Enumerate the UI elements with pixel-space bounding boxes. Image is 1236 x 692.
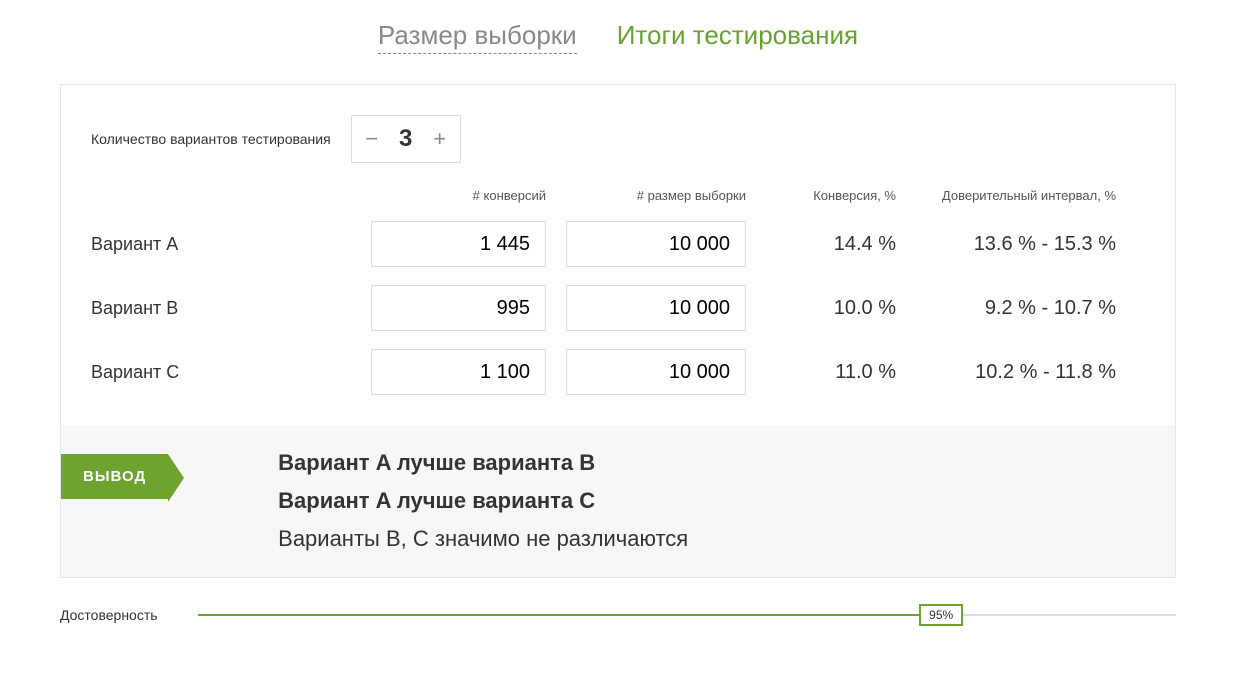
confidence-slider[interactable]: 95% [198, 603, 1176, 627]
slider-thumb[interactable]: 95% [919, 604, 963, 626]
variant-count-value: 3 [399, 125, 412, 153]
header-conversions: # конверсий [371, 188, 546, 203]
header-conversion-pct: Конверсия, % [766, 188, 896, 203]
header-confidence-interval: Доверительный интервал, % [916, 188, 1116, 203]
variant-count-stepper[interactable]: − 3 + [351, 115, 461, 163]
conclusion-line: Вариант A лучше варианта B [278, 450, 688, 476]
confidence-interval-value: 13.6 % - 15.3 % [916, 233, 1116, 256]
conversion-pct-value: 11.0 % [766, 361, 896, 384]
conversions-input[interactable] [371, 349, 546, 395]
sample-input[interactable] [566, 221, 746, 267]
header-sample-size: # размер выборки [566, 188, 746, 203]
confidence-interval-value: 9.2 % - 10.7 % [916, 297, 1116, 320]
confidence-interval-value: 10.2 % - 11.8 % [916, 361, 1116, 384]
sample-input[interactable] [566, 349, 746, 395]
sample-input[interactable] [566, 285, 746, 331]
variants-grid: # конверсий # размер выборки Конверсия, … [91, 188, 1145, 395]
conclusion-text: Вариант A лучше варианта B Вариант A луч… [278, 450, 688, 552]
variant-count-row: Количество вариантов тестирования − 3 + [91, 115, 1145, 163]
conclusion-block: ВЫВОД Вариант A лучше варианта B Вариант… [61, 425, 1175, 577]
tab-sample-size[interactable]: Размер выборки [378, 20, 577, 54]
minus-icon[interactable]: − [362, 126, 382, 152]
row-label: Вариант A [91, 234, 351, 255]
tabs-bar: Размер выборки Итоги тестирования [60, 20, 1176, 54]
plus-icon[interactable]: + [430, 126, 450, 152]
slider-fill [198, 614, 942, 616]
conversion-pct-value: 10.0 % [766, 297, 896, 320]
variant-count-label: Количество вариантов тестирования [91, 131, 331, 147]
conversion-pct-value: 14.4 % [766, 233, 896, 256]
tab-results[interactable]: Итоги тестирования [617, 20, 858, 54]
row-label: Вариант B [91, 298, 351, 319]
confidence-row: Достоверность 95% [60, 603, 1176, 627]
row-label: Вариант C [91, 362, 351, 383]
conversions-input[interactable] [371, 285, 546, 331]
conversions-input[interactable] [371, 221, 546, 267]
results-panel: Количество вариантов тестирования − 3 + … [60, 84, 1176, 578]
conclusion-line: Вариант A лучше варианта C [278, 488, 688, 514]
conclusion-badge: ВЫВОД [61, 454, 168, 499]
confidence-label: Достоверность [60, 607, 158, 623]
conclusion-line: Варианты B, C значимо не различаются [278, 526, 688, 552]
